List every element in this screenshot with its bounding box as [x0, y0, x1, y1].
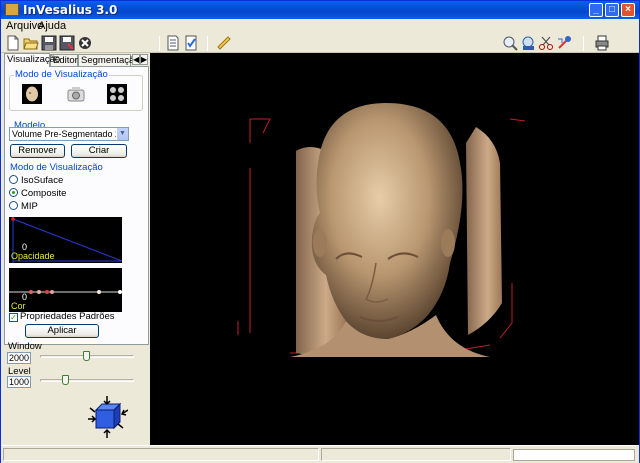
- color-label: Cor: [11, 301, 26, 311]
- toolbar-separator: [159, 36, 160, 51]
- tab-visualizacao[interactable]: Visualização: [4, 53, 60, 67]
- toolbar-separator: [583, 36, 584, 51]
- status-progress-field: [513, 449, 635, 461]
- level-slider-track[interactable]: [40, 379, 134, 382]
- visualization-tab-panel: Modo de Visualização Modelo Volume Pre-S…: [4, 66, 149, 345]
- left-panel: Visualização Editor Segmentação ◀ ▶ Modo …: [2, 53, 149, 445]
- volume-view-icon[interactable]: [22, 84, 42, 104]
- visualization-mode-legend: Modo de Visualização: [14, 69, 109, 80]
- radio-circle-icon: [9, 201, 18, 210]
- level-slider-thumb[interactable]: [62, 375, 69, 385]
- visualization-mode-group: Modo de Visualização: [9, 69, 143, 111]
- menu-ajuda[interactable]: Ajuda: [38, 20, 66, 32]
- radio-mip[interactable]: MIP: [9, 201, 38, 212]
- model-select[interactable]: Volume Pre-Segmentado 2 ▼: [9, 127, 129, 141]
- open-folder-icon[interactable]: [23, 35, 39, 51]
- checkmark-icon: ✓: [9, 313, 18, 322]
- radio-isosurface[interactable]: IsoSuface: [9, 175, 63, 186]
- zoom-icon[interactable]: [502, 35, 518, 51]
- new-file-icon[interactable]: [5, 35, 21, 51]
- window-input[interactable]: 2000: [7, 352, 31, 364]
- maximize-button[interactable]: □: [605, 3, 619, 17]
- tab-scroll: ◀ ▶: [132, 54, 148, 65]
- radio-composite[interactable]: Composite: [9, 188, 66, 199]
- status-cell-main: [3, 448, 319, 461]
- opacity-label: Opacidade: [11, 251, 55, 261]
- render-mode-legend: Modo de Visualização: [9, 162, 104, 173]
- save-icon[interactable]: [41, 35, 57, 51]
- tab-scroll-left-icon[interactable]: ◀: [132, 54, 140, 65]
- create-button[interactable]: Criar: [71, 144, 127, 158]
- close-button[interactable]: ×: [621, 3, 635, 17]
- menu-bar: Arquivo Ajuda: [1, 19, 639, 33]
- camera-view-icon[interactable]: [66, 84, 86, 104]
- minimize-button[interactable]: _: [589, 3, 603, 17]
- print-icon[interactable]: [594, 35, 610, 51]
- model-select-value: Volume Pre-Segmentado 2: [12, 129, 121, 139]
- app-icon[interactable]: [5, 3, 19, 16]
- measure-ruler-icon[interactable]: [216, 35, 232, 51]
- level-input[interactable]: 1000: [7, 376, 31, 388]
- window-slider-thumb[interactable]: [83, 351, 90, 361]
- apply-button[interactable]: Aplicar: [25, 324, 99, 338]
- radio-circle-icon: [9, 175, 18, 184]
- window-title: InVesalius 3.0: [23, 3, 118, 17]
- slices-view-icon[interactable]: [107, 84, 127, 104]
- zoom-select-icon[interactable]: [520, 35, 536, 51]
- opacity-graph[interactable]: 0 Opacidade: [9, 217, 122, 263]
- volume-viewport[interactable]: [150, 53, 639, 445]
- remove-button[interactable]: Remover: [10, 144, 65, 158]
- title-bar[interactable]: InVesalius 3.0 _ □ ×: [1, 1, 639, 19]
- report-icon[interactable]: [165, 35, 181, 51]
- window-label: Window: [8, 341, 42, 352]
- status-cell-secondary: [321, 448, 511, 461]
- rotate-tool-icon[interactable]: [556, 35, 572, 51]
- right-slice-plane: [466, 127, 502, 335]
- orientation-cube-icon[interactable]: [88, 396, 128, 438]
- tab-scroll-right-icon[interactable]: ▶: [140, 54, 148, 65]
- color-points[interactable]: [9, 268, 122, 312]
- save-as-icon[interactable]: [59, 35, 75, 51]
- toolbar-separator: [207, 36, 208, 51]
- color-graph[interactable]: 0 Cor: [9, 268, 122, 312]
- check-list-icon[interactable]: [183, 35, 199, 51]
- default-properties-checkbox[interactable]: ✓ Propriedades Padrões: [9, 311, 115, 322]
- close-project-icon[interactable]: [77, 35, 93, 51]
- toolbar: [1, 33, 639, 53]
- chevron-down-icon[interactable]: ▼: [116, 128, 128, 140]
- tab-strip: Visualização Editor Segmentação ◀ ▶: [4, 53, 149, 67]
- status-bar: [1, 445, 639, 463]
- radio-circle-selected-icon: [9, 188, 18, 197]
- crop-icon[interactable]: [538, 35, 554, 51]
- volume-render[interactable]: [150, 53, 639, 445]
- app-window: InVesalius 3.0 _ □ × Arquivo Ajuda Visua…: [0, 0, 640, 463]
